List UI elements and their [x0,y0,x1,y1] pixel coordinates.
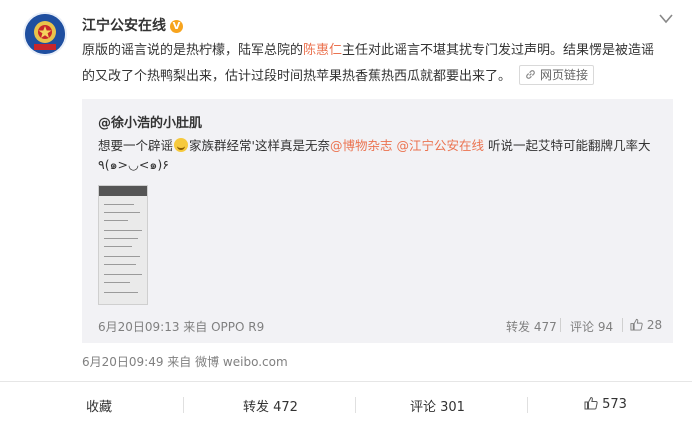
police-badge-icon [25,14,65,54]
thumbs-up-icon [584,396,598,410]
link-icon [526,70,535,79]
web-link-label[interactable]: 网页链接 [540,68,588,82]
quoted-comment-button[interactable]: 评论 94 [570,318,613,335]
mention-link-bowu[interactable]: @博物杂志 [330,138,393,153]
quoted-image-thumbnail[interactable] [98,185,148,305]
thumbs-up-icon [630,318,643,331]
web-link-button[interactable]: 网页链接 [519,65,594,85]
quoted-text-a: 想要一个辟谣 [98,138,174,153]
action-bar: 收藏 转发 472 评论 301 573 [0,381,692,430]
author-name-text[interactable]: 江宁公安在线 [82,18,166,34]
quoted-text-b: 家族群经常'这样真是无奈 [189,138,330,153]
quoted-post: @徐小浩的小肚肌 想要一个辟谣 家族群经常'这样真是无奈@博物杂志 @江宁公安在线… [82,99,673,343]
divider [622,318,623,332]
laugh-emoji-icon [174,138,189,152]
mention-link-jiangning[interactable]: @江宁公安在线 [396,138,484,153]
divider [527,397,528,413]
comment-button[interactable]: 评论 301 [410,396,465,415]
chevron-down-icon[interactable] [658,12,674,26]
quoted-repost-button[interactable]: 转发 477 [506,318,557,335]
divider [183,397,184,413]
divider [355,397,356,413]
author-name[interactable]: 江宁公安在线 V [82,15,183,35]
quoted-author[interactable]: @徐小浩的小肚肌 [98,112,202,131]
divider [560,318,561,332]
quoted-like-button[interactable]: 28 [630,318,662,332]
collect-button[interactable]: 收藏 [86,396,112,415]
like-button[interactable]: 573 [584,396,627,412]
quoted-text: 想要一个辟谣 家族群经常'这样真是无奈@博物杂志 @江宁公安在线 听说一起艾特可能… [98,136,663,174]
post-text: 原版的谣言说的是热柠檬，陆军总院的陈惠仁主任对此谣言不堪其扰专门发过声明。结果愣… [82,38,662,90]
avatar[interactable] [23,12,67,56]
post-text-part1: 原版的谣言说的是热柠檬，陆军总院的 [82,43,304,58]
thumbnail-header [99,186,147,196]
like-count: 573 [602,397,627,412]
quoted-like-count: 28 [646,318,663,332]
post-meta: 6月20日09:49 来自 微博 weibo.com [82,355,288,369]
quoted-meta: 6月20日09:13 来自 OPPO R9 [98,320,265,334]
repost-button[interactable]: 转发 472 [243,396,298,415]
verified-icon: V [170,20,183,33]
mention-link[interactable]: 陈惠仁 [303,43,342,58]
